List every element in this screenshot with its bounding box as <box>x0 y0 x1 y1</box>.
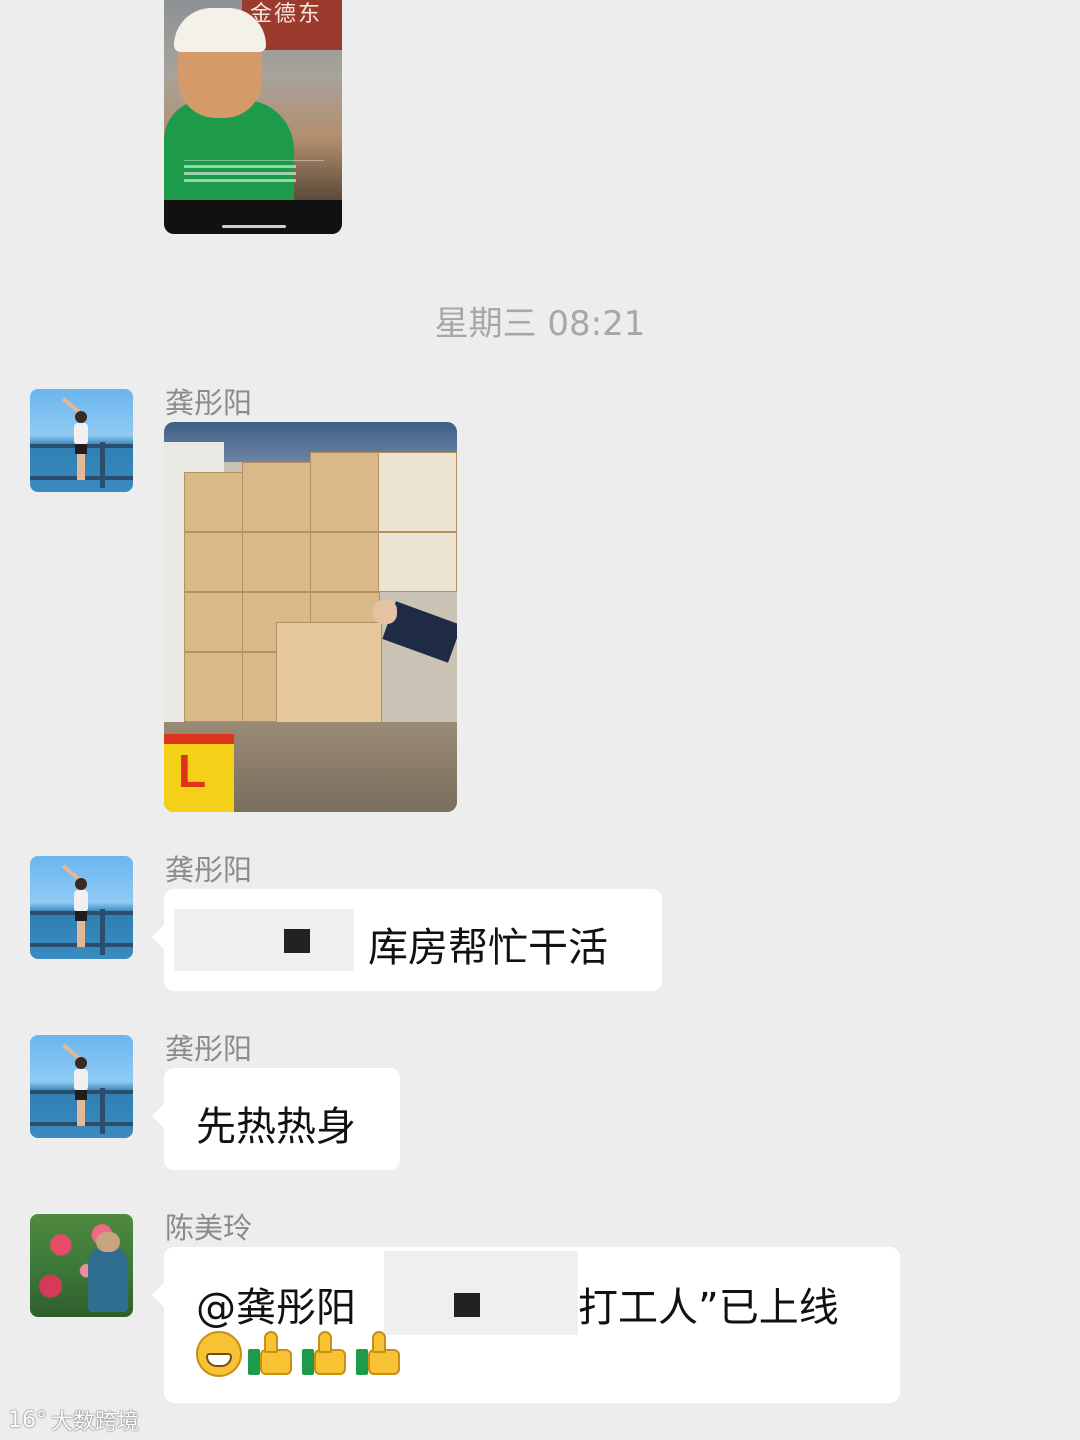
sender-name: 陈美玲 <box>165 1211 253 1245</box>
photo-box-stack <box>184 452 457 752</box>
video-message-thumbnail[interactable]: 金德东 <box>164 0 342 234</box>
redacted-region <box>384 1251 578 1335</box>
avatar-figure <box>61 397 88 481</box>
sender-name: 龚彤阳 <box>165 1032 253 1066</box>
message-text: 库房帮忙干活 <box>368 925 608 971</box>
avatar-figure <box>61 864 88 948</box>
redacted-mark <box>284 929 310 953</box>
emoji-row <box>196 1329 410 1377</box>
avatar-figure <box>61 1043 88 1127</box>
watermark-text: 大数跨境 <box>51 1410 140 1435</box>
thumbs-up-icon <box>356 1331 404 1377</box>
sender-name: 龚彤阳 <box>165 386 253 420</box>
text-message-bubble[interactable]: 先热热身 <box>152 1068 400 1170</box>
mention-text: @龚彤阳 <box>196 1285 356 1331</box>
text-message-bubble[interactable]: 库房帮忙干活 <box>152 889 662 991</box>
grin-icon <box>196 1331 242 1377</box>
photo-hand <box>373 600 397 624</box>
thumbs-up-icon <box>302 1331 350 1377</box>
message-text: 先热热身 <box>196 1104 356 1150</box>
redacted-mark <box>454 1293 480 1317</box>
avatar-person <box>88 1232 128 1312</box>
sender-avatar[interactable] <box>30 856 133 959</box>
sender-avatar[interactable] <box>30 389 133 492</box>
sender-avatar[interactable] <box>30 1035 133 1138</box>
text-message-bubble[interactable]: @龚彤阳 打工人”已上线 <box>152 1247 900 1403</box>
watermark: 16° 大数跨境 <box>8 1404 139 1436</box>
video-overlay-text <box>184 160 324 189</box>
chat-timestamp: 星期三 08:21 <box>434 304 646 344</box>
sender-name: 龚彤阳 <box>165 853 253 887</box>
redacted-region <box>174 909 354 971</box>
message-text: 打工人”已上线 <box>578 1285 839 1331</box>
thumbs-up-icon <box>248 1331 296 1377</box>
watermark-logo-icon: 16° <box>8 1407 47 1433</box>
sender-avatar[interactable] <box>30 1214 133 1317</box>
chat-view: 金德东 星期三 08:21 龚彤阳 L 龚彤阳 库房帮忙干活 龚彤阳 先热热身 … <box>0 0 1080 1440</box>
image-message-boxes[interactable] <box>164 422 457 812</box>
photo-floor-sign <box>164 734 234 812</box>
video-scrub-bar <box>222 225 286 228</box>
